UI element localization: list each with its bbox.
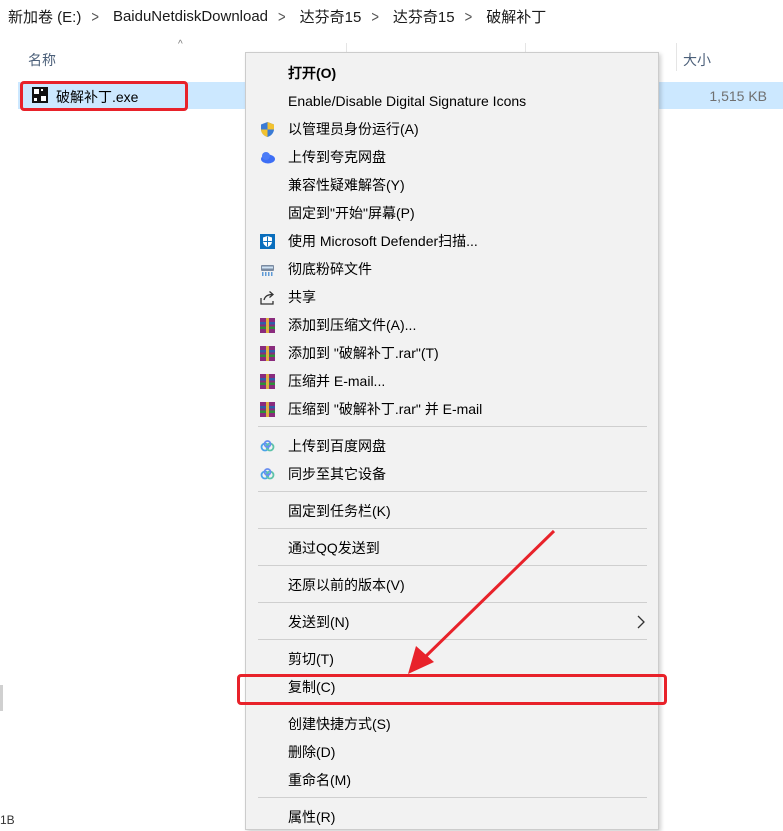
column-header-name[interactable]: 名称: [28, 50, 56, 70]
menu-item-label: 彻底粉碎文件: [288, 261, 372, 277]
menu-separator: [258, 426, 647, 427]
menu-item-label: 固定到任务栏(K): [288, 503, 391, 519]
breadcrumb-item-baidunetdiskdownload[interactable]: BaiduNetdiskDownload: [105, 8, 272, 25]
menu-item-properties[interactable]: 属性(R): [246, 803, 658, 831]
menu-item-label: 添加到 "破解补丁.rar"(T): [288, 345, 439, 361]
menu-item-label: 创建快捷方式(S): [288, 716, 391, 732]
menu-item-defender-scan[interactable]: 使用 Microsoft Defender扫描...: [246, 227, 658, 255]
menu-separator: [258, 491, 647, 492]
winrar-icon: [260, 346, 275, 361]
menu-item-upload-baidu[interactable]: 上传到百度网盘: [246, 432, 658, 460]
menu-item-label: 重命名(M): [288, 772, 351, 788]
status-bar-fragment: 1B: [0, 813, 15, 827]
breadcrumb-item-crack-patch[interactable]: 破解补丁: [478, 6, 550, 27]
chevron-right-icon[interactable]: >: [459, 8, 479, 26]
menu-item-label: 还原以前的版本(V): [288, 577, 405, 593]
menu-item-label: 共享: [288, 289, 316, 305]
quark-cloud-icon: [261, 152, 275, 164]
menu-item-pin-to-start[interactable]: 固定到"开始"屏幕(P): [246, 199, 658, 227]
menu-separator: [258, 797, 647, 798]
menu-separator: [258, 528, 647, 529]
menu-item-label: Enable/Disable Digital Signature Icons: [288, 93, 527, 109]
menu-item-send-to[interactable]: 发送到(N): [246, 608, 658, 636]
menu-item-send-via-qq[interactable]: 通过QQ发送到: [246, 534, 658, 562]
chevron-right-icon: [637, 615, 645, 629]
sort-ascending-icon: ^: [178, 39, 183, 50]
menu-item-shred-file[interactable]: 彻底粉碎文件: [246, 255, 658, 283]
winrar-icon: [260, 318, 275, 333]
menu-item-label: 压缩并 E-mail...: [288, 373, 386, 389]
menu-item-digital-signature-icons[interactable]: Enable/Disable Digital Signature Icons: [246, 87, 658, 115]
menu-item-delete[interactable]: 删除(D): [246, 738, 658, 766]
column-header-size[interactable]: 大小: [683, 50, 711, 70]
breadcrumb-item-drive[interactable]: 新加卷 (E:): [0, 6, 85, 27]
annotation-highlight-copy: [237, 674, 667, 705]
menu-item-add-to-rar[interactable]: 添加到 "破解补丁.rar"(T): [246, 339, 658, 367]
menu-item-label: 属性(R): [288, 809, 336, 825]
chevron-right-icon[interactable]: >: [272, 8, 292, 26]
menu-item-label: 以管理员身份运行(A): [288, 121, 419, 137]
menu-item-upload-quark[interactable]: 上传到夸克网盘: [246, 143, 658, 171]
menu-item-compress-email[interactable]: 压缩并 E-mail...: [246, 367, 658, 395]
winrar-icon: [260, 374, 275, 389]
menu-item-run-as-admin[interactable]: 以管理员身份运行(A): [246, 115, 658, 143]
scrollbar-remnant[interactable]: [0, 685, 3, 711]
breadcrumb-item-davinci-1[interactable]: 达芬奇15: [292, 6, 366, 27]
menu-item-share[interactable]: 共享: [246, 283, 658, 311]
menu-item-label: 固定到"开始"屏幕(P): [288, 205, 415, 221]
breadcrumb: 新加卷 (E:) > BaiduNetdiskDownload > 达芬奇15 …: [0, 0, 783, 33]
menu-item-label: 上传到百度网盘: [288, 438, 386, 454]
menu-item-create-shortcut[interactable]: 创建快捷方式(S): [246, 710, 658, 738]
menu-item-label: 发送到(N): [288, 614, 350, 630]
annotation-highlight-file: [20, 81, 188, 111]
menu-item-cut[interactable]: 剪切(T): [246, 645, 658, 673]
baidu-cloud-icon: [260, 468, 275, 480]
breadcrumb-item-davinci-2[interactable]: 达芬奇15: [385, 6, 459, 27]
defender-icon: [260, 234, 275, 249]
menu-item-pin-to-taskbar[interactable]: 固定到任务栏(K): [246, 497, 658, 525]
menu-item-add-to-archive[interactable]: 添加到压缩文件(A)...: [246, 311, 658, 339]
menu-item-rename[interactable]: 重命名(M): [246, 766, 658, 794]
menu-item-sync-devices[interactable]: 同步至其它设备: [246, 460, 658, 488]
menu-separator: [258, 639, 647, 640]
chevron-right-icon[interactable]: >: [365, 8, 385, 26]
chevron-right-icon[interactable]: >: [85, 8, 105, 26]
menu-separator: [258, 602, 647, 603]
menu-separator: [258, 565, 647, 566]
shredder-icon: [261, 265, 274, 276]
winrar-icon: [260, 402, 275, 417]
menu-item-label: 兼容性疑难解答(Y): [288, 177, 405, 193]
menu-item-label: 添加到压缩文件(A)...: [288, 317, 417, 333]
menu-item-label: 同步至其它设备: [288, 466, 386, 482]
menu-item-restore-previous-versions[interactable]: 还原以前的版本(V): [246, 571, 658, 599]
uac-shield-icon: [261, 122, 274, 137]
menu-item-label: 剪切(T): [288, 651, 334, 667]
menu-item-label: 压缩到 "破解补丁.rar" 并 E-mail: [288, 401, 483, 417]
menu-item-label: 通过QQ发送到: [288, 540, 380, 556]
menu-item-compress-rar-email[interactable]: 压缩到 "破解补丁.rar" 并 E-mail: [246, 395, 658, 423]
menu-item-label: 打开(O): [288, 65, 337, 81]
menu-item-open[interactable]: 打开(O): [246, 59, 658, 87]
context-menu: 打开(O) Enable/Disable Digital Signature I…: [245, 52, 659, 830]
file-size: 1,515 KB: [709, 88, 767, 104]
menu-item-compatibility-troubleshoot[interactable]: 兼容性疑难解答(Y): [246, 171, 658, 199]
menu-item-label: 使用 Microsoft Defender扫描...: [288, 233, 478, 249]
menu-item-label: 上传到夸克网盘: [288, 149, 386, 165]
column-divider[interactable]: [676, 43, 677, 71]
menu-item-label: 删除(D): [288, 744, 336, 760]
share-icon: [260, 291, 274, 305]
baidu-cloud-icon: [260, 440, 275, 452]
